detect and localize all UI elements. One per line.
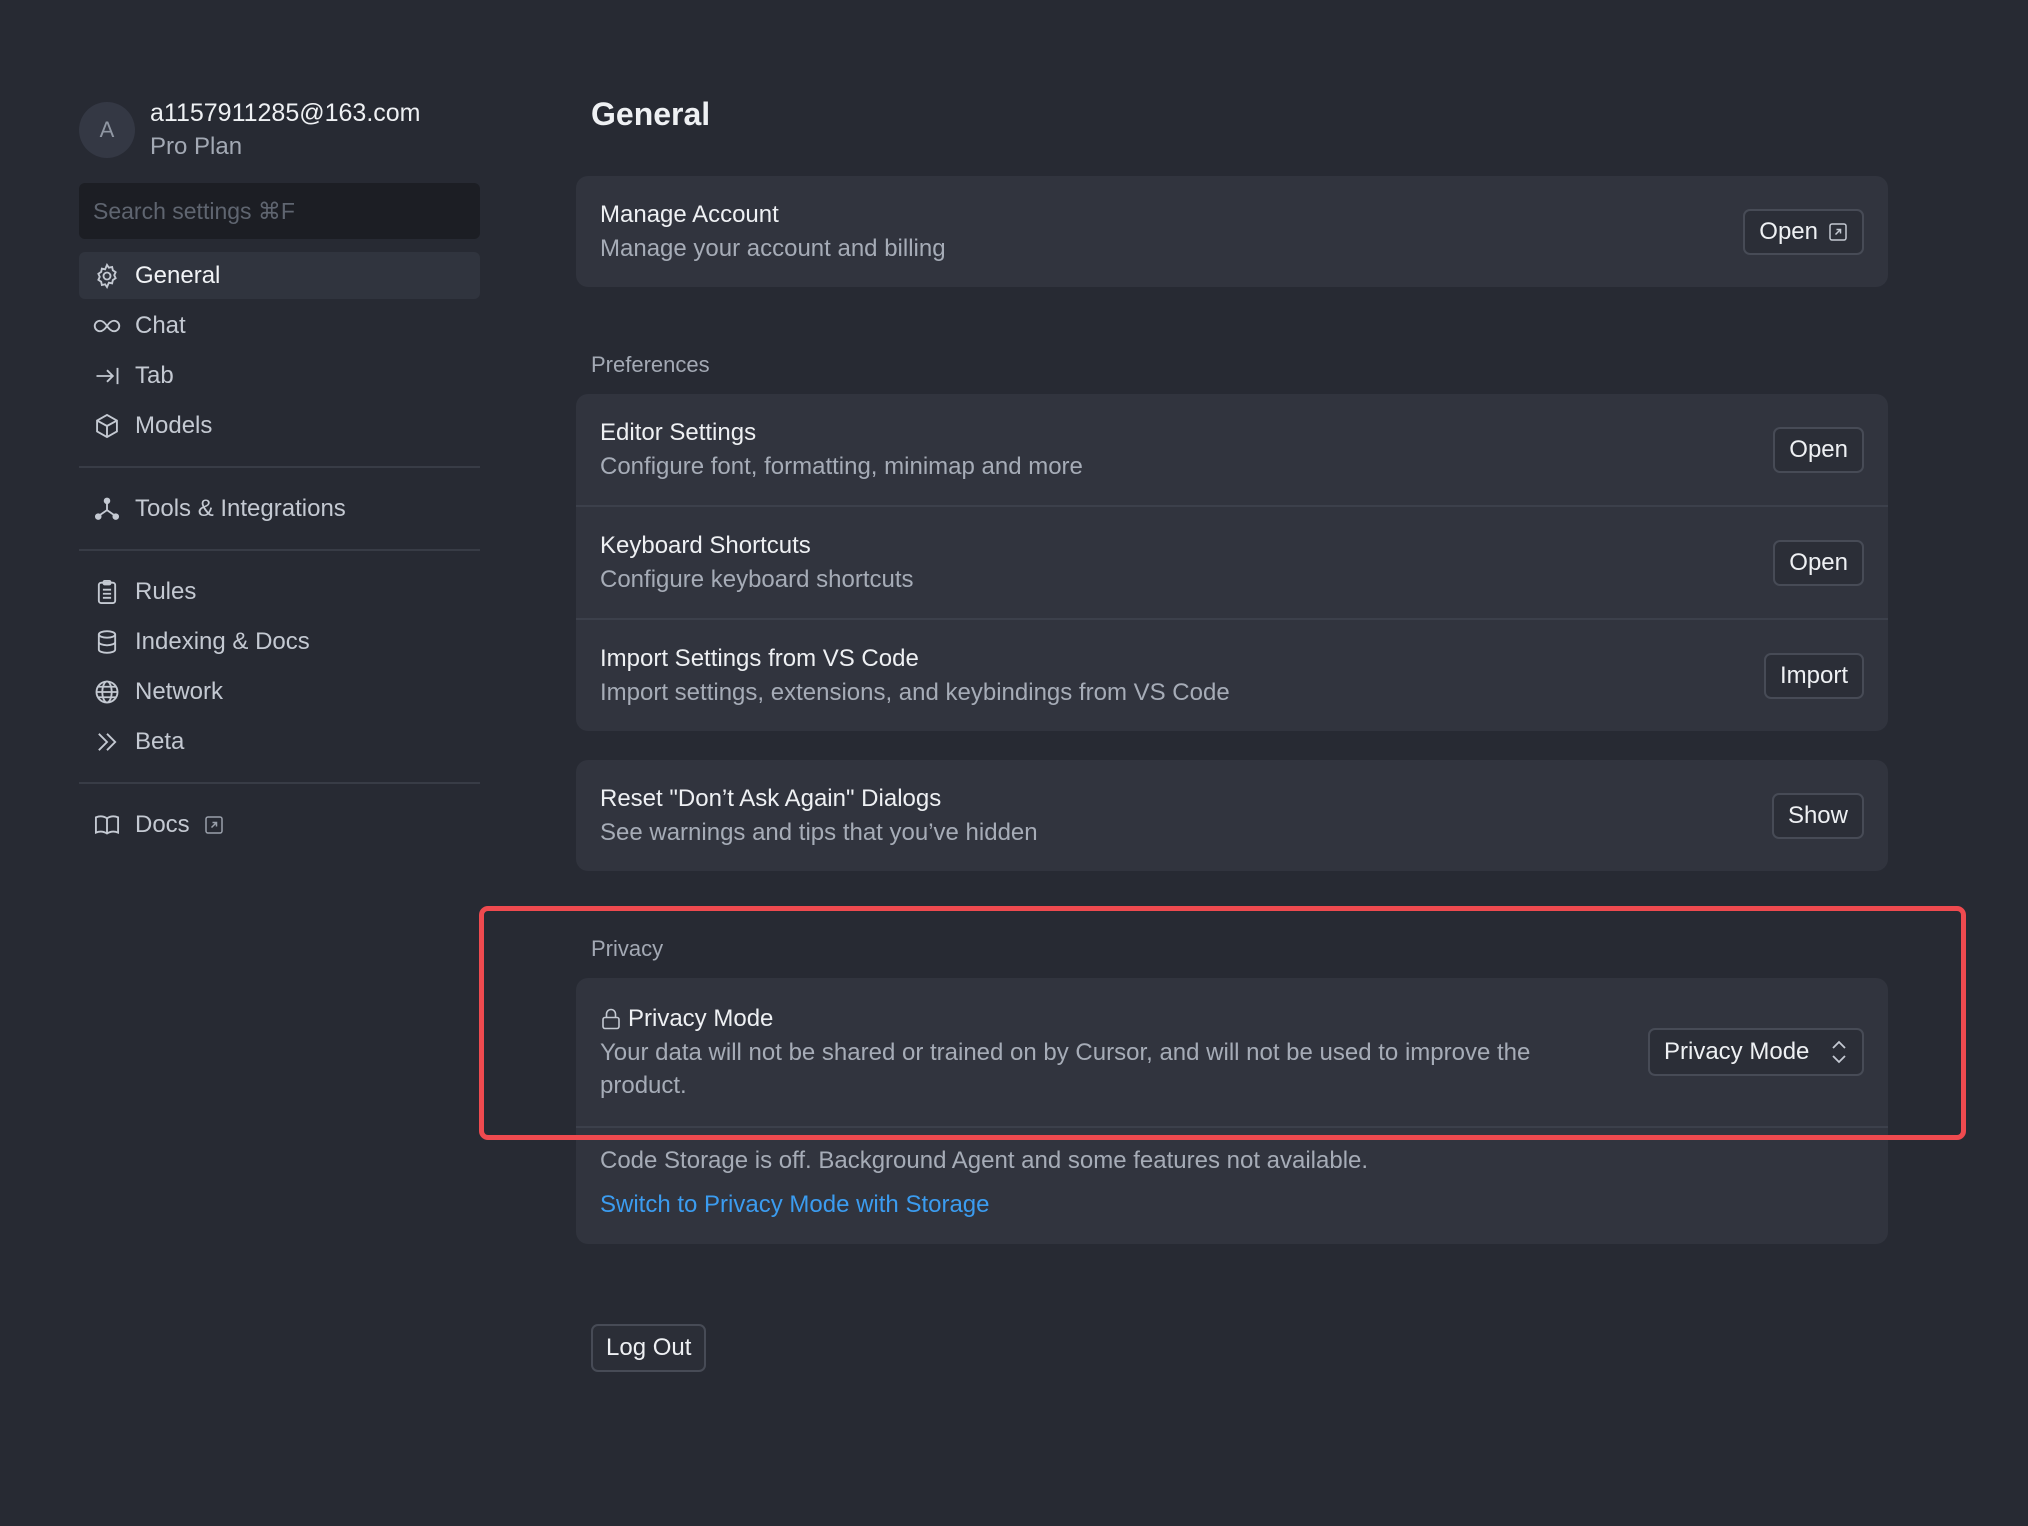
reset-dialogs-card: Reset "Don’t Ask Again" Dialogs See warn…	[576, 760, 1888, 871]
sidebar: A a1157911285@163.com Pro Plan Search se…	[79, 95, 480, 851]
code-storage-note: Code Storage is off. Background Agent an…	[600, 1147, 1369, 1174]
code-storage-row: Code Storage is off. Background Agent an…	[576, 1126, 1888, 1244]
sidebar-item-label: Chat	[135, 311, 186, 339]
sidebar-item-network[interactable]: Network	[79, 668, 480, 715]
sidebar-item-label: Models	[135, 411, 213, 439]
row-title: Keyboard Shortcuts	[600, 532, 811, 559]
button-label: Open	[1759, 217, 1818, 245]
row-description: See warnings and tips that you’ve hidden	[600, 819, 1038, 846]
sidebar-item-tools-integrations[interactable]: Tools & Integrations	[79, 485, 480, 532]
switch-privacy-storage-link[interactable]: Switch to Privacy Mode with Storage	[600, 1188, 1864, 1222]
sidebar-item-indexing-docs[interactable]: Indexing & Docs	[79, 618, 480, 665]
divider	[79, 782, 480, 784]
search-input[interactable]: Search settings ⌘F	[79, 183, 480, 239]
sidebar-item-beta[interactable]: Beta	[79, 718, 480, 765]
editor-settings-row: Editor Settings Configure font, formatti…	[576, 394, 1888, 505]
reset-dialogs-row: Reset "Don’t Ask Again" Dialogs See warn…	[576, 760, 1888, 871]
row-title: Reset "Don’t Ask Again" Dialogs	[600, 785, 942, 812]
globe-icon	[93, 678, 121, 706]
preferences-section-label: Preferences	[591, 352, 710, 377]
sidebar-item-docs[interactable]: Docs	[79, 801, 480, 848]
row-description: Manage your account and billing	[600, 235, 946, 262]
sidebar-item-label: Beta	[135, 727, 185, 755]
external-link-icon	[204, 815, 223, 834]
import-vscode-row: Import Settings from VS Code Import sett…	[576, 618, 1888, 731]
row-description: Configure keyboard shortcuts	[600, 566, 914, 593]
preferences-card: Editor Settings Configure font, formatti…	[576, 394, 1888, 731]
import-vscode-button[interactable]: Import	[1763, 652, 1864, 699]
row-description: Import settings, extensions, and keybind…	[600, 679, 1230, 706]
editor-settings-open-button[interactable]: Open	[1773, 426, 1864, 473]
reset-dialogs-show-button[interactable]: Show	[1771, 792, 1864, 839]
manage-account-row: Manage Account Manage your account and b…	[576, 176, 1888, 287]
cube-icon	[93, 412, 121, 440]
double-chevron-icon	[93, 728, 121, 756]
book-icon	[93, 811, 121, 839]
clipboard-icon	[93, 578, 121, 606]
manage-account-open-button[interactable]: Open	[1743, 208, 1864, 255]
user-profile[interactable]: A a1157911285@163.com Pro Plan	[79, 95, 480, 165]
keyboard-shortcuts-open-button[interactable]: Open	[1773, 539, 1864, 586]
row-title: Import Settings from VS Code	[600, 645, 919, 672]
row-title: Manage Account	[600, 201, 779, 228]
log-out-button[interactable]: Log Out	[591, 1324, 707, 1372]
sidebar-item-rules[interactable]: Rules	[79, 568, 480, 615]
sidebar-item-label: Network	[135, 677, 224, 705]
row-title: Editor Settings	[600, 419, 757, 446]
sidebar-item-label: Docs	[135, 810, 190, 838]
page-title: General	[591, 96, 711, 132]
avatar[interactable]: A	[79, 102, 135, 158]
nodes-icon	[93, 495, 121, 523]
gear-icon	[93, 262, 121, 290]
account-card: Manage Account Manage your account and b…	[576, 176, 1888, 287]
row-description: Configure font, formatting, minimap and …	[600, 453, 1083, 480]
user-email: a1157911285@163.com	[150, 99, 421, 127]
sidebar-item-label: Tab	[135, 361, 174, 389]
sidebar-item-tab[interactable]: Tab	[79, 352, 480, 399]
sidebar-item-label: General	[135, 261, 221, 289]
external-link-icon	[1829, 222, 1847, 241]
infinity-icon	[93, 312, 121, 340]
sidebar-item-general[interactable]: General	[79, 252, 480, 299]
sidebar-nav: General Chat Tab Models Tools & Integrat…	[79, 252, 480, 848]
sidebar-item-models[interactable]: Models	[79, 402, 480, 449]
keyboard-shortcuts-row: Keyboard Shortcuts Configure keyboard sh…	[576, 505, 1888, 618]
divider	[79, 549, 480, 551]
user-plan: Pro Plan	[150, 133, 243, 160]
divider	[79, 466, 480, 468]
arrow-right-bar-icon	[93, 362, 121, 390]
sidebar-item-label: Indexing & Docs	[135, 627, 310, 655]
highlight-box	[479, 906, 1966, 1140]
sidebar-item-label: Rules	[135, 577, 197, 605]
sidebar-item-label: Tools & Integrations	[135, 494, 346, 522]
database-icon	[93, 628, 121, 656]
sidebar-item-chat[interactable]: Chat	[79, 302, 480, 349]
